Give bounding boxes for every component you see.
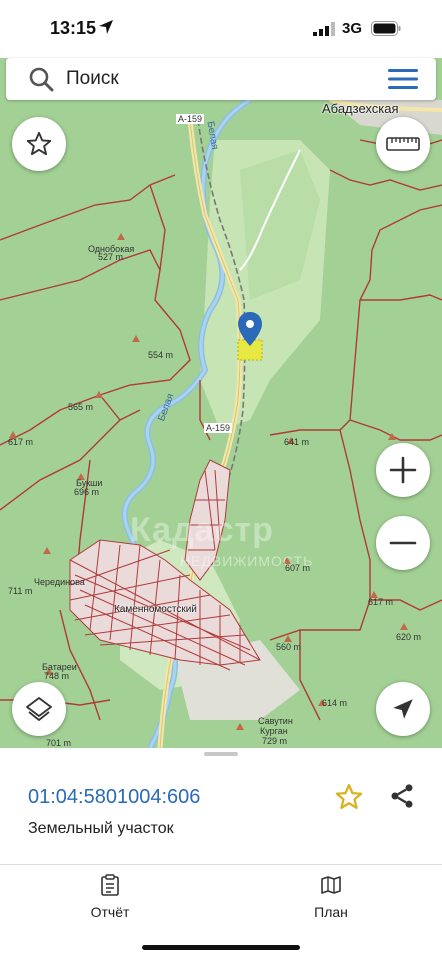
zoom-in-button[interactable] <box>376 443 430 497</box>
network-type: 3G <box>342 20 363 37</box>
parcel-info-sheet <box>0 748 442 960</box>
menu-icon[interactable] <box>388 68 418 90</box>
cadastral-number[interactable]: 01:04:5801004:606 <box>28 786 200 809</box>
layers-button[interactable] <box>12 682 66 736</box>
share-icon[interactable] <box>388 782 416 810</box>
report-icon <box>101 874 119 896</box>
map-label-road: А-159 <box>204 423 233 433</box>
map-label-height: 711 m <box>8 586 33 596</box>
status-bar: 13:15 3G <box>0 0 442 58</box>
location-arrow-icon <box>99 20 113 34</box>
map-label-height: 560 m <box>276 642 302 652</box>
ruler-button[interactable] <box>376 117 430 171</box>
sheet-drag-handle[interactable] <box>204 752 238 756</box>
map-label-height: 641 m <box>284 437 310 447</box>
tab-report[interactable]: Отчёт <box>50 874 170 920</box>
my-location-button[interactable] <box>376 682 430 736</box>
battery-icon <box>371 21 401 36</box>
status-time: 13:15 <box>50 18 97 38</box>
tab-plan[interactable]: План <box>271 874 391 920</box>
map-label-height: 701 m <box>46 738 72 748</box>
plus-icon <box>389 456 417 484</box>
map-label-town: Каменномостский <box>114 604 197 615</box>
favorites-button[interactable] <box>12 117 66 171</box>
tab-bar-divider <box>0 864 442 865</box>
map-icon <box>321 876 341 894</box>
map-label-height: 554 m <box>148 350 174 360</box>
map-watermark: Кадастр <box>130 511 274 549</box>
star-outline-icon <box>26 131 52 156</box>
map-label-peak: Черединова <box>34 577 85 587</box>
map-label-height: 614 m <box>322 698 348 708</box>
favorite-star-icon[interactable] <box>334 782 364 812</box>
map-view[interactable]: Кадастр НЕДВИЖИМОСТЬ <box>0 58 442 748</box>
map-label-height: 696 m <box>74 487 100 497</box>
map-label-height: 617 m <box>368 597 394 607</box>
search-input[interactable]: Поиск <box>66 68 119 90</box>
layers-icon <box>26 697 52 721</box>
map-label-town: Абадзехская <box>322 101 399 116</box>
map-label-peak: Курган <box>260 726 288 736</box>
tab-report-label: Отчёт <box>90 904 130 920</box>
map-canvas[interactable] <box>0 58 442 748</box>
map-label-height: 527 m <box>98 252 124 262</box>
map-label-road: А-159 <box>176 114 205 124</box>
minus-icon <box>389 541 417 545</box>
zoom-out-button[interactable] <box>376 516 430 570</box>
map-label-height: 607 m <box>285 563 311 573</box>
map-label-height: 748 m <box>44 671 70 681</box>
map-label-height: 620 m <box>396 632 422 642</box>
ruler-icon <box>386 137 420 151</box>
parcel-type: Земельный участок <box>28 820 174 837</box>
map-label-peak: Савутин <box>258 716 293 726</box>
home-indicator[interactable] <box>142 945 300 950</box>
signal-icon <box>313 22 335 36</box>
search-bar[interactable]: Поиск <box>6 58 436 100</box>
search-icon[interactable] <box>28 66 54 92</box>
map-label-height: 617 m <box>8 437 34 447</box>
tab-plan-label: План <box>314 904 348 920</box>
navigation-arrow-icon <box>393 699 413 719</box>
map-label-height: 565 m <box>68 402 94 412</box>
map-label-height: 729 m <box>262 736 288 746</box>
